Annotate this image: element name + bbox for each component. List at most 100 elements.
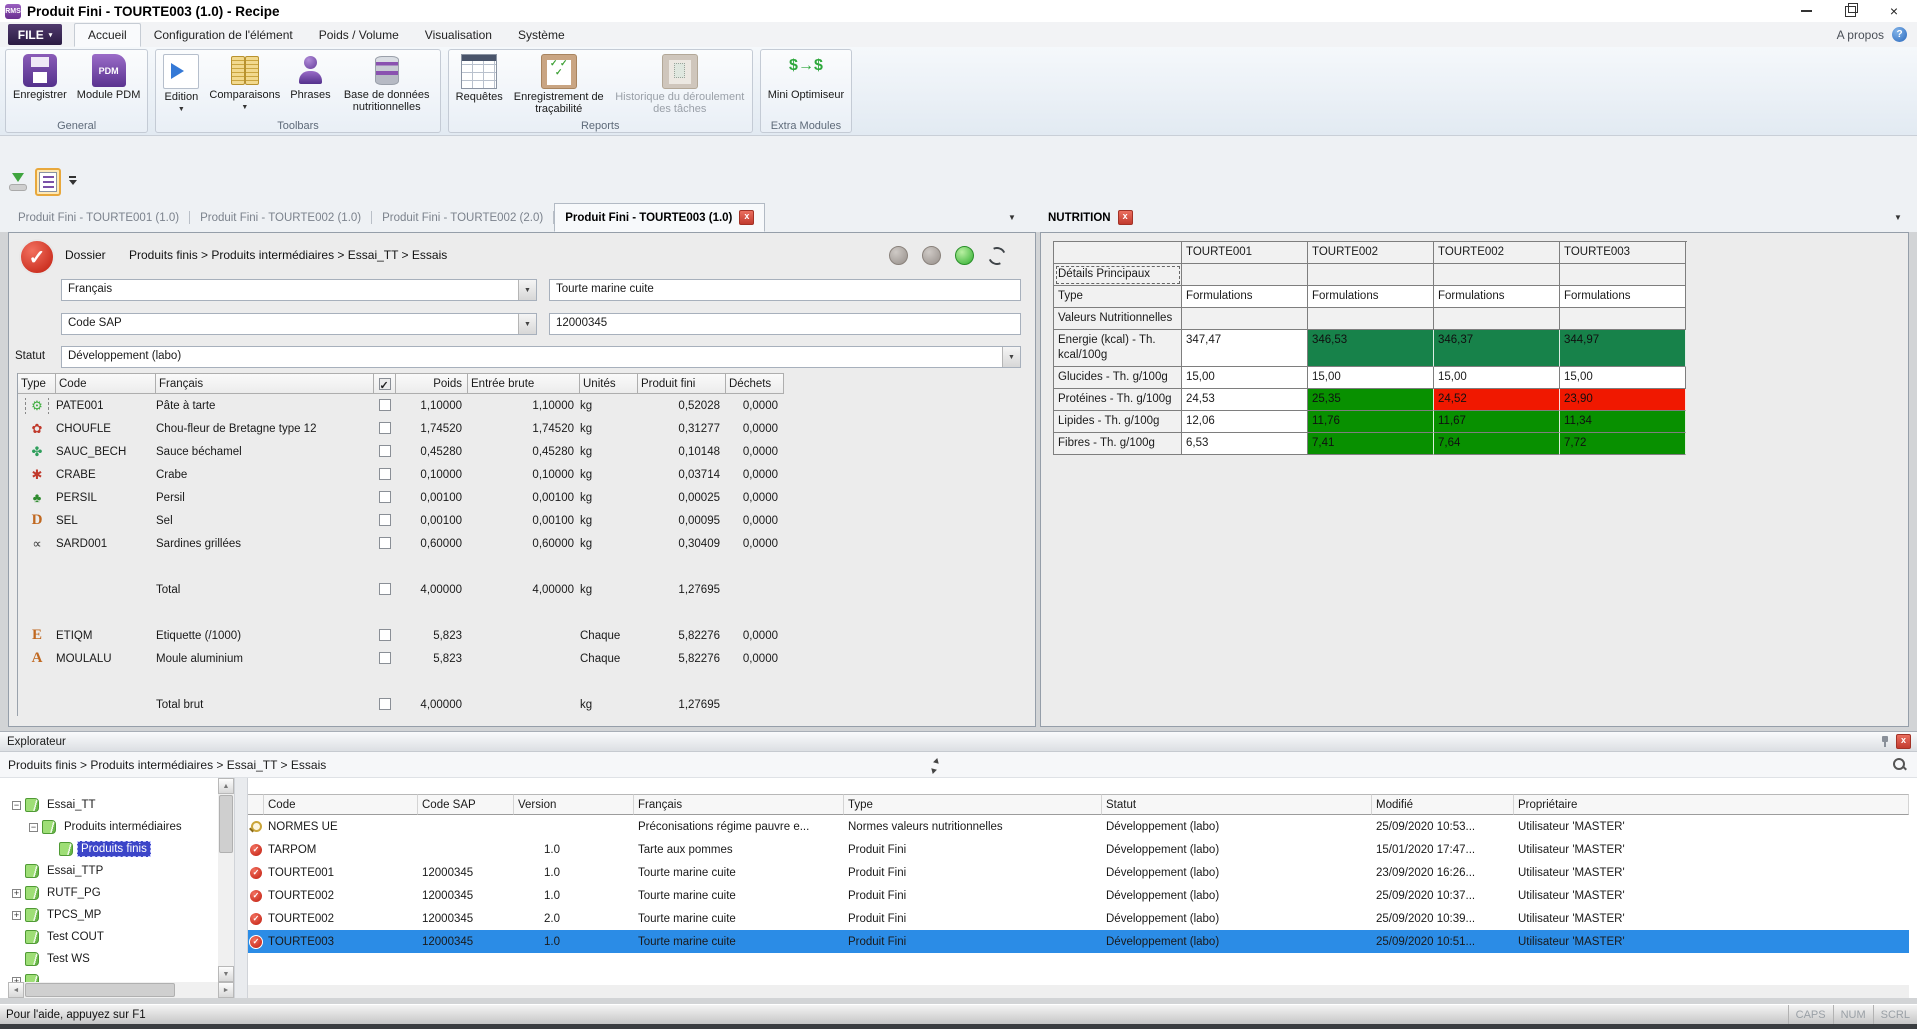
tree-item-item[interactable]: +: [8, 970, 218, 982]
explorer-col-header-code-sap[interactable]: Code SAP: [418, 794, 514, 815]
tree-item-produits-finis[interactable]: Produits finis: [8, 838, 218, 860]
minimize-button[interactable]: [1799, 4, 1813, 18]
doc-tab-produit-fini-tourte002-2-0[interactable]: Produit Fini - TOURTE002 (2.0): [372, 203, 553, 232]
nutrition-row-label[interactable]: Fibres - Th. g/100g: [1054, 433, 1182, 455]
explorer-row-tarpom[interactable]: ✓TARPOM1.0Tarte aux pommesProduit FiniDé…: [248, 838, 1909, 861]
about-menu-item[interactable]: A propos: [1837, 28, 1884, 42]
chevron-down-icon[interactable]: ▼: [178, 104, 185, 116]
explorer-row-tourte001[interactable]: ✓TOURTE001120003451.0Tourte marine cuite…: [248, 861, 1909, 884]
help-icon[interactable]: ?: [1892, 27, 1907, 42]
enregistrement-de-tracabilite-button[interactable]: Enregistrement de traçabilité: [508, 51, 610, 115]
search-icon[interactable]: [1893, 758, 1907, 772]
expander-minus-icon[interactable]: −: [29, 823, 38, 832]
nutrition-row-label[interactable]: Valeurs Nutritionnelles: [1054, 308, 1182, 330]
restore-button[interactable]: [1843, 4, 1857, 18]
close-button[interactable]: ×: [1887, 4, 1901, 18]
pin-icon[interactable]: [1880, 735, 1890, 748]
tab-accueil[interactable]: Accueil: [74, 23, 141, 47]
ingredient-row[interactable]: DSELSel0,001000,00100kg0,000950,0000: [18, 509, 784, 532]
scroll-up-icon[interactable]: ▲: [218, 778, 234, 794]
mini-optimiseur-button[interactable]: $→$Mini Optimiseur: [763, 51, 849, 101]
doc-tab-produit-fini-tourte002-1-0[interactable]: Produit Fini - TOURTE002 (1.0): [190, 203, 371, 232]
scroll-left-icon[interactable]: ◄: [8, 982, 24, 998]
ingredient-row[interactable]: ✱CRABECrabe0,100000,10000kg0,037140,0000: [18, 463, 784, 486]
status-circle-button-1[interactable]: [889, 246, 908, 265]
expander-plus-icon[interactable]: +: [12, 911, 21, 920]
row-checkbox[interactable]: [379, 468, 391, 480]
form-view-icon[interactable]: [35, 168, 61, 196]
refresh-icon[interactable]: [985, 244, 1008, 267]
nutrition-row-label[interactable]: Type: [1054, 286, 1182, 308]
status-circle-button-3[interactable]: [955, 246, 974, 265]
toolbar-options-icon[interactable]: [68, 176, 78, 188]
explorer-col-header-version[interactable]: Version: [514, 794, 634, 815]
nutrition-row-label[interactable]: Protéines - Th. g/100g: [1054, 389, 1182, 411]
total-row[interactable]: Total brut4,00000kg1,27695: [18, 693, 784, 716]
expander-minus-icon[interactable]: −: [12, 801, 21, 810]
explorer-row-tourte002[interactable]: ✓TOURTE002120003451.0Tourte marine cuite…: [248, 884, 1909, 907]
phrases-button[interactable]: Phrases: [285, 51, 335, 101]
nutrition-tab-close-icon[interactable]: x: [1118, 210, 1133, 225]
row-checkbox[interactable]: [379, 537, 391, 549]
tab-nutrition[interactable]: NUTRITION x: [1048, 203, 1133, 232]
file-menu-button[interactable]: FILE ▾: [8, 24, 62, 45]
explorer-col-header-type[interactable]: Type: [844, 794, 1102, 815]
row-checkbox[interactable]: [379, 399, 391, 411]
nutrition-row-label[interactable]: Détails Principaux: [1054, 264, 1182, 286]
explorer-row-normes-ue[interactable]: NORMES UEPréconisations régime pauvre e.…: [248, 815, 1909, 838]
requetes-button[interactable]: Requêtes: [451, 51, 508, 103]
code-sap-field[interactable]: 12000345: [549, 313, 1021, 335]
tree-vertical-scrollbar[interactable]: ▲ ▼: [218, 778, 234, 982]
list-scroll-strip[interactable]: [248, 985, 1909, 998]
product-name-field[interactable]: Tourte marine cuite: [549, 279, 1021, 301]
tab-visualisation[interactable]: Visualisation: [412, 24, 505, 46]
scroll-down-icon[interactable]: ▼: [218, 966, 234, 982]
explorer-row-tourte003[interactable]: ✓TOURTE003120003451.0Tourte marine cuite…: [248, 930, 1909, 953]
code-type-select[interactable]: Code SAP ▼: [61, 313, 537, 335]
scrollbar-thumb[interactable]: [219, 795, 233, 853]
ingredient-row[interactable]: ✤SAUC_BECHSauce béchamel0,452800,45280kg…: [18, 440, 784, 463]
tree-item-tpcs-mp[interactable]: +TPCS_MP: [8, 904, 218, 926]
select-all-checkbox[interactable]: [379, 378, 391, 390]
explorer-col-header-proprietaire[interactable]: Propriétaire: [1514, 794, 1909, 815]
tab-close-icon[interactable]: x: [739, 210, 754, 225]
module-pdm-button[interactable]: PDMModule PDM: [72, 51, 146, 101]
doc-tab-produit-fini-tourte001-1-0[interactable]: Produit Fini - TOURTE001 (1.0): [8, 203, 189, 232]
comparaisons-button[interactable]: Comparaisons▼: [204, 51, 285, 114]
chevron-down-icon[interactable]: ▼: [1002, 347, 1020, 367]
tab-poids-volume[interactable]: Poids / Volume: [306, 24, 412, 46]
tab-configuration-de-l-element[interactable]: Configuration de l'élément: [141, 24, 306, 46]
chevron-down-icon[interactable]: ▼: [518, 314, 536, 334]
chevron-down-icon[interactable]: ▼: [241, 102, 248, 114]
doc-tab-produit-fini-tourte003-1-0[interactable]: Produit Fini - TOURTE003 (1.0)x: [554, 203, 765, 232]
base-de-donnees-nutritionnelles-button[interactable]: Base de données nutritionnelles: [336, 51, 438, 113]
row-checkbox[interactable]: [379, 491, 391, 503]
explorer-row-tourte002[interactable]: ✓TOURTE002120003452.0Tourte marine cuite…: [248, 907, 1909, 930]
ingredient-row[interactable]: ✿CHOUFLEChou-fleur de Bretagne type 121,…: [18, 417, 784, 440]
row-checkbox[interactable]: [379, 422, 391, 434]
row-checkbox[interactable]: [379, 629, 391, 641]
tree-item-test-cout[interactable]: Test COUT: [8, 926, 218, 948]
tree-list-splitter[interactable]: [234, 778, 248, 998]
chevron-down-icon[interactable]: ▼: [518, 280, 536, 300]
tree-item-rutf-pg[interactable]: +RUTF_PG: [8, 882, 218, 904]
explorer-col-header-statut[interactable]: Statut: [1102, 794, 1372, 815]
explorer-close-icon[interactable]: x: [1896, 734, 1911, 749]
status-circle-button-2[interactable]: [922, 246, 941, 265]
doc-tabs-dropdown-icon[interactable]: ▼: [1008, 213, 1016, 222]
import-icon[interactable]: [8, 171, 28, 193]
tree-item-essai-ttp[interactable]: Essai_TTP: [8, 860, 218, 882]
scrollbar-thumb[interactable]: [25, 983, 175, 997]
ingredient-row[interactable]: ∝SARD001Sardines grillées0,600000,60000k…: [18, 532, 784, 555]
total-row[interactable]: Total4,000004,00000kg1,27695: [18, 578, 784, 601]
enregistrer-button[interactable]: Enregistrer: [8, 51, 72, 101]
explorer-col-header-francais[interactable]: Français: [634, 794, 844, 815]
row-checkbox[interactable]: [379, 652, 391, 664]
tree-item-produits-intermediaires[interactable]: −Produits intermédiaires: [8, 816, 218, 838]
ingredient-row[interactable]: AMOULALUMoule aluminium5,823Chaque5,8227…: [18, 647, 784, 670]
splitter-grip-icon[interactable]: [928, 760, 942, 772]
edition-button[interactable]: Edition▼: [158, 51, 204, 116]
statut-select[interactable]: Développement (labo) ▼: [61, 346, 1021, 368]
nutrition-row-label[interactable]: Glucides - Th. g/100g: [1054, 367, 1182, 389]
explorer-col-header-code[interactable]: Code: [264, 794, 418, 815]
